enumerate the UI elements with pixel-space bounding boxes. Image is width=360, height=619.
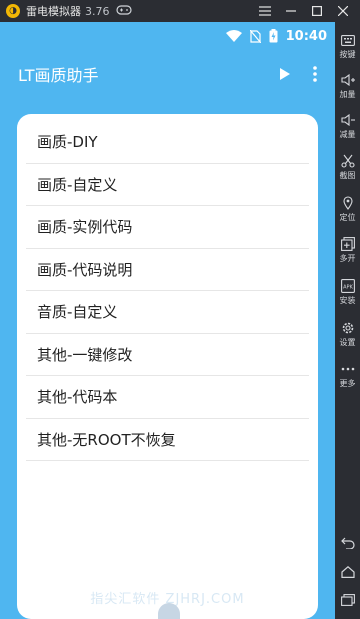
close-icon[interactable] bbox=[330, 0, 356, 22]
minimize-icon[interactable] bbox=[278, 0, 304, 22]
app-title: LT画质助手 bbox=[18, 66, 99, 85]
home-icon bbox=[340, 564, 356, 580]
location-icon bbox=[340, 195, 356, 211]
sidebar-location-button[interactable]: 定位 bbox=[335, 195, 360, 223]
keyboard-icon bbox=[340, 32, 356, 48]
sidebar-screenshot-button[interactable]: 截图 bbox=[335, 153, 360, 181]
maximize-icon[interactable] bbox=[304, 0, 330, 22]
menu-item-quality-diy[interactable]: 画质-DIY bbox=[26, 121, 309, 164]
overflow-menu-icon[interactable] bbox=[313, 66, 317, 82]
nav-recents-button[interactable] bbox=[335, 592, 360, 608]
volume-down-icon bbox=[340, 112, 356, 128]
emulator-version: 3.76 bbox=[85, 4, 110, 18]
apk-install-icon: APK bbox=[340, 278, 356, 294]
sidebar-multi-instance-label: 多开 bbox=[339, 254, 356, 263]
gamepad-icon[interactable] bbox=[115, 4, 132, 18]
menu-item-other-no-root-restore[interactable]: 其他-无ROOT不恢复 bbox=[26, 419, 309, 461]
android-screen: 10:40 LT画质助手 画质-DIY 画质-自定义 画质-实例代码 画质-代码… bbox=[0, 22, 335, 619]
wifi-icon bbox=[225, 30, 242, 42]
sidebar-location-label: 定位 bbox=[339, 213, 356, 222]
sidebar-more-label: 更多 bbox=[339, 379, 356, 388]
menu-item-quality-code-guide[interactable]: 画质-代码说明 bbox=[26, 249, 309, 291]
window-controls bbox=[252, 0, 356, 22]
mic-icon[interactable] bbox=[158, 603, 180, 619]
sidebar-keymap-label: 按键 bbox=[339, 50, 356, 59]
volume-up-icon bbox=[340, 72, 356, 88]
more-icon bbox=[340, 361, 356, 377]
nav-home-button[interactable] bbox=[335, 564, 360, 580]
status-bar: 10:40 bbox=[0, 22, 335, 50]
nav-back-button[interactable] bbox=[335, 535, 360, 551]
sidebar-screenshot-label: 截图 bbox=[339, 171, 356, 180]
menu-item-quality-custom[interactable]: 画质-自定义 bbox=[26, 164, 309, 206]
toolbar-actions bbox=[279, 50, 317, 98]
menu-list: 画质-DIY 画质-自定义 画质-实例代码 画质-代码说明 音质-自定义 其他-… bbox=[17, 114, 318, 461]
gear-icon bbox=[340, 320, 356, 336]
sidebar-install-button[interactable]: APK 安装 bbox=[335, 278, 360, 306]
recents-icon bbox=[340, 592, 356, 608]
menu-item-other-codebook[interactable]: 其他-代码本 bbox=[26, 376, 309, 419]
sidebar-volume-down-label: 减量 bbox=[339, 130, 356, 139]
emulator-sidebar: 按键 加量 减量 截图 定位 多开 APK 安装 设置 更多 bbox=[335, 22, 360, 619]
sidebar-settings-button[interactable]: 设置 bbox=[335, 320, 360, 348]
sidebar-volume-up-label: 加量 bbox=[339, 90, 356, 99]
sidebar-more-button[interactable]: 更多 bbox=[335, 361, 360, 389]
menu-item-audio-custom[interactable]: 音质-自定义 bbox=[26, 291, 309, 334]
menu-item-other-one-click[interactable]: 其他-一键修改 bbox=[26, 334, 309, 376]
sidebar-keymap-button[interactable]: 按键 bbox=[335, 32, 360, 60]
sidebar-settings-label: 设置 bbox=[339, 338, 356, 347]
emulator-titlebar: ◑ 雷电模拟器 3.76 bbox=[0, 0, 360, 22]
sidebar-install-label: 安装 bbox=[339, 296, 356, 305]
emulator-title: 雷电模拟器 bbox=[26, 5, 81, 18]
scissors-icon bbox=[340, 153, 356, 169]
status-time: 10:40 bbox=[285, 28, 327, 44]
svg-text:APK: APK bbox=[343, 285, 353, 291]
battery-charging-icon bbox=[269, 29, 278, 43]
menu-item-quality-example-code[interactable]: 画质-实例代码 bbox=[26, 206, 309, 249]
sidebar-volume-down-button[interactable]: 减量 bbox=[335, 112, 360, 140]
menu-card: 画质-DIY 画质-自定义 画质-实例代码 画质-代码说明 音质-自定义 其他-… bbox=[17, 114, 318, 619]
sidebar-volume-up-button[interactable]: 加量 bbox=[335, 72, 360, 100]
back-icon bbox=[340, 535, 356, 551]
sidebar-multi-instance-button[interactable]: 多开 bbox=[335, 236, 360, 264]
no-sim-icon bbox=[249, 29, 261, 43]
multi-instance-icon bbox=[340, 236, 356, 252]
menu-icon[interactable] bbox=[252, 0, 278, 22]
play-icon[interactable] bbox=[279, 67, 291, 81]
emulator-logo-icon: ◑ bbox=[6, 4, 20, 18]
app-toolbar: LT画质助手 bbox=[0, 50, 335, 98]
